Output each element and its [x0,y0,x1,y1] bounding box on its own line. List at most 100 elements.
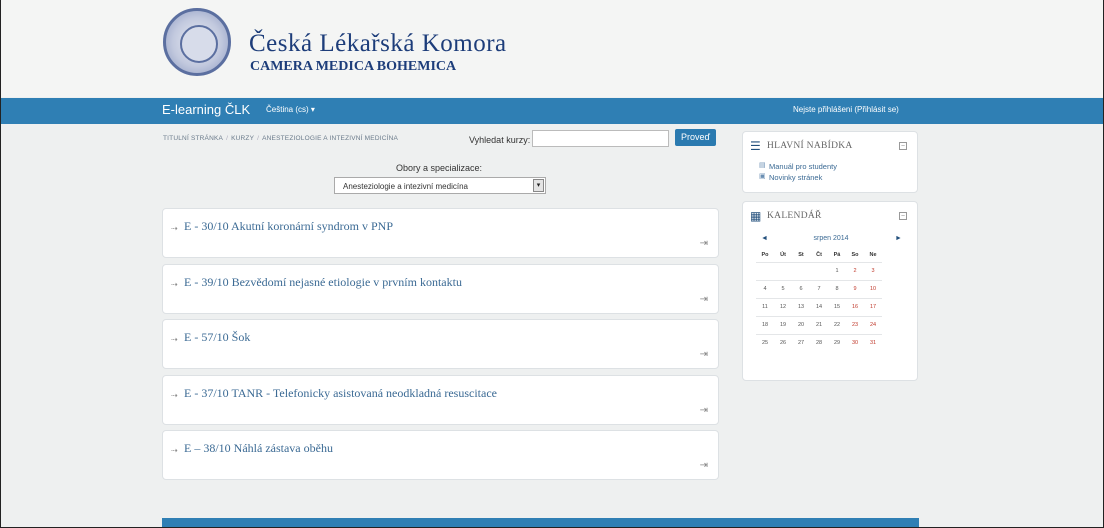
calendar-weekday-row: Po Út St Čt Pá So Ne [756,248,882,262]
calendar-day: 23 [846,315,864,334]
calendar-day: 7 [810,279,828,298]
calendar-day: 21 [810,315,828,334]
course-title-link[interactable]: E - 39/10 Bezvědomí nejasné etiologie v … [184,275,462,290]
site-subtitle: CAMERA MEDICA BOHEMICA [250,59,457,74]
menu-item-news[interactable]: Novinky stránek [769,173,822,182]
course-icon: ⇢ [171,446,178,455]
weekday-label: So [851,251,859,258]
calendar-day: 11 [756,297,774,316]
calendar-day: 9 [846,279,864,298]
enter-course-icon[interactable]: ⇥ [700,349,708,360]
course-title-link[interactable]: E - 30/10 Akutní koronární syndrom v PNP [184,219,393,234]
category-select[interactable]: Anesteziologie a intezivní medicína ▾ [334,177,546,194]
top-navbar: E-learning ČLK Čeština (cs) ▾ Nejste při… [1,98,1103,124]
breadcrumb-home[interactable]: TITULNÍ STRÁNKA [163,135,223,142]
course-title-link[interactable]: E - 57/10 Šok [184,330,250,345]
calendar-day: 16 [846,297,864,316]
breadcrumb: TITULNÍ STRÁNKA / KURZY / ANESTEZIOLOGIE A I… [163,135,398,142]
calendar-day: 31 [864,333,882,352]
search-input[interactable] [532,130,669,147]
calendar-day: 26 [774,333,792,352]
calendar-day: 25 [756,333,774,352]
weekday-label: Pá [833,251,841,258]
footer-bar [162,518,919,527]
breadcrumb-category[interactable]: ANESTEZIOLOGIE A INTEZIVNÍ MEDICÍNA [262,135,398,142]
weekday-label: Ne [869,251,877,258]
calendar-day [756,261,774,280]
document-icon: ▤ [759,162,766,169]
enter-course-icon[interactable]: ⇥ [700,405,708,416]
calendar-day: 20 [792,315,810,334]
search-button[interactable]: Proveď [675,129,716,146]
course-title-link[interactable]: E – 38/10 Náhlá zástava oběhu [184,441,333,456]
enter-course-icon[interactable]: ⇥ [700,294,708,305]
enter-course-icon[interactable]: ⇥ [700,460,708,471]
course-card: ⇢ E - 57/10 Šok ⇥ [162,319,719,369]
language-menu[interactable]: Čeština (cs) ▾ [266,105,315,114]
calendar-day: 15 [828,297,846,316]
weekday-label: Čt [816,251,822,258]
calendar-day: 27 [792,333,810,352]
breadcrumb-courses[interactable]: KURZY [231,135,254,142]
calendar-week-row: 11 12 13 14 15 16 17 [756,297,882,316]
calendar-month: srpen 2014 [813,235,849,242]
course-icon: ⇢ [171,335,178,344]
dropdown-arrow-icon[interactable]: ▾ [533,179,544,192]
weekday-label: Po [761,251,769,258]
category-filter-label: Obory a specializace: [396,163,483,173]
menu-list-icon: ☰ [750,139,761,153]
category-select-value: Anesteziologie a intezivní medicína [343,182,468,191]
weekday-label: Út [780,251,786,258]
main-menu-block: ☰ HLAVNÍ NABÍDKA – ▤ Manuál pro studenty… [742,131,918,193]
logo-seal[interactable] [163,8,231,76]
calendar-day [810,261,828,280]
calendar-week-row: 25 26 27 28 29 30 31 [756,333,882,352]
course-card: ⇢ E - 39/10 Bezvědomí nejasné etiologie … [162,264,719,314]
calendar-day: 2 [846,261,864,280]
main-menu-title: HLAVNÍ NABÍDKA [767,141,853,151]
calendar-day: 19 [774,315,792,334]
calendar-day: 3 [864,261,882,280]
enter-course-icon[interactable]: ⇥ [700,238,708,249]
breadcrumb-separator: / [226,135,229,142]
calendar-day [792,261,810,280]
calendar-day: 30 [846,333,864,352]
calendar-week-row: 18 19 20 21 22 23 24 [756,315,882,334]
calendar-grid: Po Út St Čt Pá So Ne 1 2 3 4 5 6 7 8 9 1… [756,248,882,352]
course-card: ⇢ E - 37/10 TANR - Telefonicky asistovan… [162,375,719,425]
calendar-day: 1 [828,261,846,280]
course-card: ⇢ E – 38/10 Náhlá zástava oběhu ⇥ [162,430,719,480]
calendar-day: 13 [792,297,810,316]
calendar-day: 5 [774,279,792,298]
calendar-day: 28 [810,333,828,352]
next-month-icon[interactable]: ► [895,235,902,242]
calendar-day: 14 [810,297,828,316]
calendar-day: 4 [756,279,774,298]
course-icon: ⇢ [171,224,178,233]
calendar-day: 29 [828,333,846,352]
search-label: Vyhledat kurzy: [469,135,531,145]
calendar-title: KALENDÁŘ [767,211,822,221]
calendar-day: 12 [774,297,792,316]
calendar-day: 18 [756,315,774,334]
login-link[interactable]: Nejste přihlášeni (Přihlásit se) [793,105,899,114]
calendar-block: ▦ KALENDÁŘ – srpen 2014 ◄ ► Po Út St Čt … [742,201,918,381]
course-card: ⇢ E - 30/10 Akutní koronární syndrom v P… [162,208,719,258]
collapse-block-icon[interactable]: – [899,142,907,150]
collapse-block-icon[interactable]: – [899,212,907,220]
calendar-day: 6 [792,279,810,298]
course-title-link[interactable]: E - 37/10 TANR - Telefonicky asistovaná … [184,386,497,401]
site-title[interactable]: Česká Lékařská Komora [249,30,507,58]
prev-month-icon[interactable]: ◄ [761,235,768,242]
site-header: Česká Lékařská Komora CAMERA MEDICA BOHE… [1,0,1103,97]
menu-item-manual[interactable]: Manuál pro studenty [769,162,837,171]
course-icon: ⇢ [171,280,178,289]
calendar-icon: ▦ [750,209,762,223]
forum-icon: ▣ [759,173,766,180]
calendar-day: 17 [864,297,882,316]
calendar-week-row: 1 2 3 [756,261,882,280]
page-frame: Česká Lékařská Komora CAMERA MEDICA BOHE… [0,0,1104,528]
brand-link[interactable]: E-learning ČLK [162,102,250,117]
breadcrumb-separator: / [257,135,260,142]
calendar-day: 22 [828,315,846,334]
